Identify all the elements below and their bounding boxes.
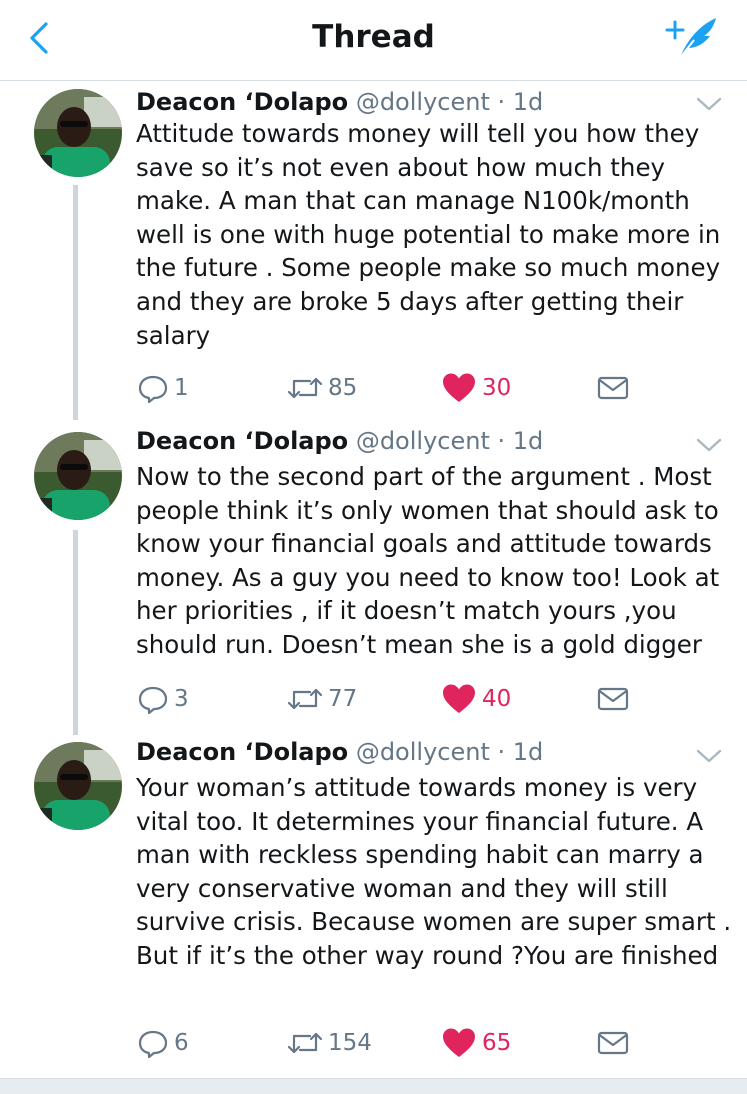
retweet-icon <box>287 377 323 399</box>
reply-icon <box>138 375 168 404</box>
tweet-header: Deacon ‘Dolapo @dollycent · 1d <box>136 738 543 766</box>
heart-icon <box>443 1028 475 1057</box>
author-handle[interactable]: @dollycent <box>356 88 490 116</box>
reply-button[interactable]: 6 <box>136 1025 189 1061</box>
page-title: Thread <box>312 19 435 55</box>
tweet-time[interactable]: · 1d <box>498 88 544 116</box>
like-button[interactable]: 65 <box>442 1025 511 1061</box>
author-name[interactable]: Deacon ‘Dolapo <box>136 738 348 766</box>
compose-tweet-button[interactable] <box>664 14 720 62</box>
direct-message-button[interactable] <box>596 681 630 717</box>
chevron-down-icon <box>696 97 722 111</box>
heart-icon <box>443 373 475 402</box>
envelope-icon <box>597 376 629 400</box>
reply-button[interactable]: 3 <box>136 681 189 717</box>
retweet-count: 85 <box>328 375 358 401</box>
reply-icon <box>138 1030 168 1059</box>
like-count: 30 <box>482 375 512 401</box>
tweet-options-button[interactable] <box>695 746 723 766</box>
reply-button[interactable]: 1 <box>136 370 189 406</box>
envelope-icon <box>597 1031 629 1055</box>
thread-connector-line <box>73 530 78 735</box>
tweet-header: Deacon ‘Dolapo @dollycent · 1d <box>136 427 543 455</box>
thread-header: Thread <box>0 0 747 81</box>
avatar[interactable] <box>34 432 122 520</box>
direct-message-button[interactable] <box>596 1025 630 1061</box>
tweet-options-button[interactable] <box>695 94 723 114</box>
tweet-1[interactable]: Deacon ‘Dolapo @dollycent · 1d Attitude … <box>0 82 747 420</box>
tweet-text: Now to the second part of the argument .… <box>136 462 720 659</box>
reply-count: 3 <box>174 686 189 712</box>
tweet-options-button[interactable] <box>695 435 723 455</box>
heart-icon <box>443 684 475 713</box>
timeline-footer <box>0 1078 747 1094</box>
reply-count: 1 <box>174 375 189 401</box>
author-name[interactable]: Deacon ‘Dolapo <box>136 88 348 116</box>
envelope-icon <box>597 687 629 711</box>
like-count: 40 <box>482 686 512 712</box>
author-handle[interactable]: @dollycent <box>356 427 490 455</box>
reply-count: 6 <box>174 1030 189 1056</box>
retweet-icon <box>287 688 323 710</box>
tweet-actions: 6 154 65 <box>136 1025 696 1061</box>
thread-connector-line <box>73 185 78 420</box>
avatar[interactable] <box>34 742 122 830</box>
tweet-time[interactable]: · 1d <box>498 427 544 455</box>
compose-tweet-icon <box>665 18 716 59</box>
tweet-text: Your woman’s attitude towards money is v… <box>136 773 732 970</box>
retweet-button[interactable]: 77 <box>286 681 357 717</box>
tweet-2[interactable]: Deacon ‘Dolapo @dollycent · 1d Now to th… <box>0 425 747 735</box>
retweet-button[interactable]: 154 <box>286 1025 372 1061</box>
like-button[interactable]: 40 <box>442 681 511 717</box>
reply-icon <box>138 686 168 715</box>
chevron-down-icon <box>696 749 722 763</box>
tweet-actions: 1 85 30 <box>136 370 696 406</box>
retweet-button[interactable]: 85 <box>286 370 357 406</box>
chevron-down-icon <box>696 438 722 452</box>
author-handle[interactable]: @dollycent <box>356 738 490 766</box>
tweet-3[interactable]: Deacon ‘Dolapo @dollycent · 1d Your woma… <box>0 736 747 1076</box>
tweet-header: Deacon ‘Dolapo @dollycent · 1d <box>136 88 543 116</box>
tweet-time[interactable]: · 1d <box>498 738 544 766</box>
avatar[interactable] <box>34 89 122 177</box>
like-button[interactable]: 30 <box>442 370 511 406</box>
retweet-count: 154 <box>328 1030 372 1056</box>
direct-message-button[interactable] <box>596 370 630 406</box>
tweet-actions: 3 77 40 <box>136 681 696 717</box>
retweet-count: 77 <box>328 686 358 712</box>
author-name[interactable]: Deacon ‘Dolapo <box>136 427 348 455</box>
tweet-text: Attitude towards money will tell you how… <box>136 119 721 350</box>
like-count: 65 <box>482 1030 512 1056</box>
retweet-icon <box>287 1032 323 1054</box>
